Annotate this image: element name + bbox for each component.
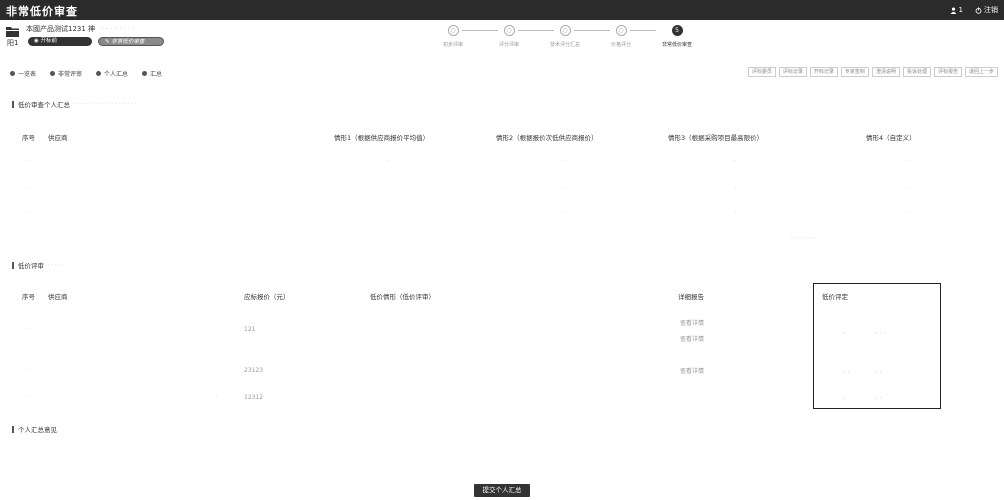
view-details-link[interactable]: 查看详情 bbox=[680, 334, 704, 343]
judge-radio-no[interactable]: ◦ · bbox=[874, 395, 881, 402]
project-name: 本國产品测试1231 神 · · · · · · · · bbox=[26, 25, 135, 33]
t2-row-marker: · bbox=[26, 394, 28, 401]
t1-cell: · bbox=[734, 158, 736, 165]
t1-header-supplier: 供应商 bbox=[48, 134, 68, 142]
page-title: 非常低价审查 bbox=[6, 5, 78, 18]
action-buttons: 评标委员 评标记录 开标记录 专家签到 澄清说明 投诉处理 评标报告 退回上一步 bbox=[747, 67, 998, 77]
tab-summary[interactable]: 汇总 bbox=[142, 69, 162, 78]
project-sub: 阳1 bbox=[7, 39, 19, 47]
opening-record-button[interactable]: 开标记录 bbox=[809, 67, 838, 77]
power-icon bbox=[975, 6, 982, 14]
back-step-button[interactable]: 退回上一步 bbox=[964, 67, 998, 77]
pagination-hint: · · · · · · · bbox=[790, 235, 815, 242]
status-pill-review[interactable]: ✎ 非常低价审查 bbox=[98, 37, 164, 46]
t1-header-case1: 情形1（根据供应商报价平均值） bbox=[334, 134, 430, 142]
tab-dot-icon bbox=[142, 71, 148, 76]
t2-price-cell: 121 bbox=[244, 326, 256, 333]
record-button[interactable]: 评标记录 bbox=[778, 67, 807, 77]
t1-header-case3: 情形3（根据采购项目最高限价） bbox=[668, 134, 764, 142]
step-1[interactable]: ○ 初步评审 bbox=[423, 25, 483, 48]
tab-personal-summary[interactable]: 个人汇总 bbox=[96, 69, 128, 78]
t2-row-marker: · bbox=[26, 326, 28, 333]
t1-header-no: 序号 bbox=[22, 134, 35, 142]
low-price-judgement-panel bbox=[813, 283, 941, 409]
t1-cell: · bbox=[906, 185, 908, 192]
t1-cell: · bbox=[734, 185, 736, 192]
t2-header-situation: 低价情形（低价评审） bbox=[370, 293, 435, 301]
t1-cell: · bbox=[734, 210, 736, 217]
tab-dot-icon bbox=[96, 71, 102, 76]
t2-price-cell: 23123 bbox=[244, 367, 264, 374]
t2-header-no: 序号 bbox=[22, 293, 35, 301]
t1-cell: · bbox=[388, 185, 390, 192]
t1-cell: · bbox=[388, 210, 390, 217]
tab-dot-icon bbox=[10, 71, 15, 76]
t1-row-marker: · bbox=[26, 185, 28, 192]
t1-cell: · bbox=[906, 210, 908, 217]
t1-cell: · bbox=[388, 158, 390, 165]
t2-row-marker: · bbox=[26, 367, 28, 374]
t1-row-marker: · bbox=[26, 210, 28, 217]
section-personal-summary: 低价审查个人汇总 · · · · · · · · · · · · · · · ·… bbox=[12, 99, 136, 109]
tab-review[interactable]: 非常评审 bbox=[50, 69, 82, 78]
step-3[interactable]: ○ 技术评分汇总 bbox=[535, 25, 595, 48]
project-info: 本國产品测试1231 神 · · · · · · · · 阳1 ◉ 开标前 ✎ … bbox=[6, 23, 406, 53]
t1-cell: · bbox=[562, 185, 564, 192]
judge-radio-no[interactable]: ◦ · · bbox=[874, 330, 885, 337]
user-icon bbox=[950, 7, 956, 14]
t1-cell: · bbox=[562, 210, 564, 217]
t1-header-case4: 情形4（自定义） bbox=[866, 134, 916, 142]
section-low-price-review: 低价评审 · · · · · bbox=[12, 260, 62, 270]
status-pill-opening[interactable]: ◉ 开标前 bbox=[28, 37, 92, 46]
judge-radio-yes[interactable]: ◦ bbox=[842, 395, 846, 402]
t2-header-judge: 低价评定 bbox=[822, 293, 848, 301]
judge-radio-no[interactable]: ◦ · bbox=[874, 369, 881, 376]
folder-icon bbox=[6, 27, 19, 37]
step-2[interactable]: ○ 评分评审 bbox=[479, 25, 539, 48]
report-button[interactable]: 评标报告 bbox=[933, 67, 962, 77]
user-menu[interactable]: 1 bbox=[950, 6, 963, 14]
clarify-button[interactable]: 澄清说明 bbox=[871, 67, 900, 77]
tab-bar: 一览表 非常评审 个人汇总 汇总 bbox=[10, 69, 162, 78]
submit-personal-summary-button[interactable]: 提交个人汇总 bbox=[474, 484, 530, 497]
t2-price-cell: 12312 bbox=[244, 394, 264, 401]
top-bar: 非常低价审查 1 注销 bbox=[0, 0, 1004, 20]
committee-button[interactable]: 评标委员 bbox=[747, 67, 776, 77]
user-label: 1 bbox=[958, 6, 963, 14]
t1-header-case2: 情形2（根据报价次低供应商报价） bbox=[496, 134, 598, 142]
judge-radio-yes[interactable]: ◦ bbox=[842, 330, 846, 337]
t2-cell: · bbox=[216, 394, 218, 401]
tab-dot-icon bbox=[50, 71, 56, 76]
t1-cell: · bbox=[906, 158, 908, 165]
logout-button[interactable]: 注销 bbox=[975, 5, 998, 15]
t2-header-price: 应标报价（元） bbox=[244, 293, 290, 301]
step-5[interactable]: 5 非常低价审查 bbox=[647, 25, 707, 48]
tab-overview[interactable]: 一览表 bbox=[10, 69, 36, 78]
top-bar-actions: 1 注销 bbox=[950, 5, 998, 15]
logout-label: 注销 bbox=[984, 6, 998, 14]
t2-header-report: 详细报告 bbox=[678, 293, 704, 301]
t1-cell: · bbox=[562, 158, 564, 165]
view-details-link[interactable]: 查看详情 bbox=[680, 318, 704, 327]
complaint-button[interactable]: 投诉处理 bbox=[902, 67, 931, 77]
section-personal-opinion: 个人汇总意见 bbox=[12, 424, 57, 434]
view-details-link[interactable]: 查看详情 bbox=[680, 366, 704, 375]
judge-radio-yes[interactable]: ◦ · bbox=[842, 369, 849, 376]
t2-header-supplier: 供应商 bbox=[48, 293, 68, 301]
signin-button[interactable]: 专家签到 bbox=[840, 67, 869, 77]
progress-steps: ○ 初步评审 ○ 评分评审 ○ 技术评分汇总 ○ 价格评分 5 非常低价审查 bbox=[420, 25, 692, 55]
step-4[interactable]: ○ 价格评分 bbox=[591, 25, 651, 48]
t1-row-marker: · bbox=[26, 158, 28, 165]
